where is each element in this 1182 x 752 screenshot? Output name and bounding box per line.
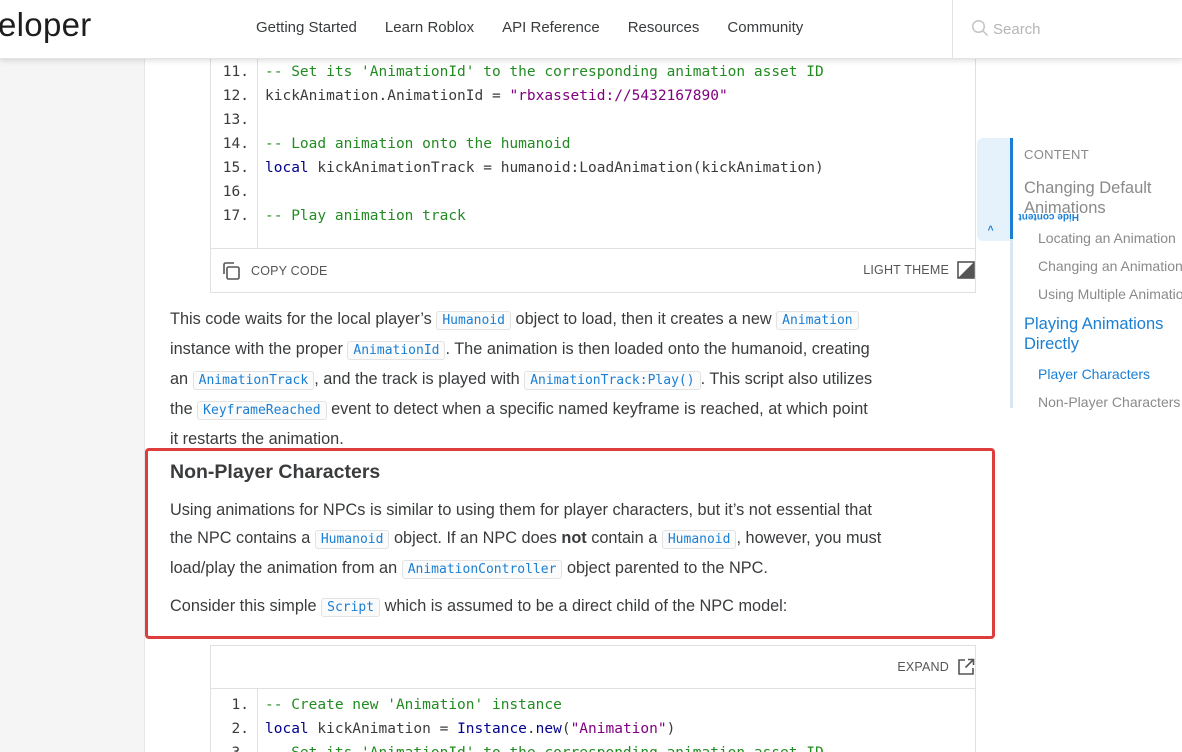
code-ref-animationtrack[interactable]: AnimationTrack: [192, 371, 315, 390]
nav-community[interactable]: Community: [727, 19, 803, 36]
code-block-footer: COPY CODE LIGHT THEME: [211, 248, 975, 292]
copy-icon: [223, 262, 240, 280]
code-ref-animationid[interactable]: AnimationId: [347, 341, 446, 360]
code-line: 1. -- Create new 'Animation' instance: [211, 693, 975, 717]
search-box: [952, 0, 1182, 59]
code-ref-keyframereached[interactable]: KeyframeReached: [197, 401, 327, 420]
code-line: 3. -- Set its 'AnimationId' to the corres…: [211, 741, 975, 752]
line-number: 3.: [211, 741, 249, 752]
code-line: 2. local kickAnimation = Instance.new("An…: [211, 717, 975, 741]
light-theme-label: LIGHT THEME: [863, 263, 949, 277]
code-ref-animationtrack-play[interactable]: AnimationTrack:Play(): [524, 371, 701, 390]
code-text: -- Set its 'AnimationId' to the correspo…: [265, 64, 824, 80]
expand-button[interactable]: EXPAND: [897, 658, 975, 676]
code-ref-humanoid[interactable]: Humanoid: [436, 311, 511, 330]
code-text: local kickAnimation = Instance.new("Anim…: [265, 721, 676, 737]
light-theme-button[interactable]: LIGHT THEME: [863, 261, 975, 279]
code-ref-animationcontroller[interactable]: AnimationController: [401, 560, 563, 579]
left-sidebar-gutter: [0, 59, 145, 752]
external-link-icon: [958, 658, 975, 675]
expand-label: EXPAND: [897, 660, 949, 674]
code-ref-humanoid[interactable]: Humanoid: [314, 530, 390, 549]
toc-item-changing-an-animation[interactable]: Changing an Animation: [1038, 258, 1182, 274]
main-nav: Getting Started Learn Roblox API Referen…: [256, 19, 831, 36]
paragraph-code-explanation: This code waits for the local player’s H…: [170, 305, 960, 453]
code-text: -- Set its 'AnimationId' to the correspo…: [265, 741, 824, 752]
line-number: 16.: [222, 184, 249, 200]
paragraph-npc-script: Consider this simple Script which is ass…: [170, 592, 970, 622]
npc-script-line: Consider this simple Script which is ass…: [170, 597, 788, 617]
nav-api-reference[interactable]: API Reference: [502, 19, 600, 36]
nav-resources[interactable]: Resources: [628, 19, 700, 36]
toc-item-locating-an-animation[interactable]: Locating an Animation: [1038, 230, 1176, 246]
toc-item-non-player-characters[interactable]: Non-Player Characters: [1038, 394, 1180, 410]
code-text: kickAnimation.AnimationId = "rbxassetid:…: [265, 88, 728, 104]
line-number: 13.: [222, 112, 249, 128]
toc-item-using-multiple-animations[interactable]: Using Multiple Animations: [1038, 286, 1182, 302]
code-block-top: 9.-- Create new 'Animation' instance10.l…: [210, 40, 976, 293]
hide-content-label: > Hide content: [986, 211, 1079, 231]
code-text: -- Create new 'Animation' instance: [265, 697, 562, 713]
para1-line2: instance with the proper AnimationId. Th…: [170, 340, 870, 360]
nav-learn-roblox[interactable]: Learn Roblox: [385, 19, 474, 36]
npc-line2: the NPC contains a Humanoid object. If a…: [170, 529, 882, 549]
hide-content-tab[interactable]: > Hide content: [977, 138, 1079, 241]
search-input[interactable]: [993, 18, 1173, 40]
nav-getting-started[interactable]: Getting Started: [256, 19, 357, 36]
table-of-contents: CONTENT Changing Default Animations Loca…: [1024, 0, 1182, 752]
toc-heading: CONTENT: [1024, 147, 1089, 162]
line-number: 1.: [231, 697, 249, 713]
npc-line1: Using animations for NPCs is similar to …: [170, 501, 872, 519]
code-text: -- Load animation onto the humanoid: [265, 136, 571, 152]
code-ref-script[interactable]: Script: [321, 598, 381, 617]
line-number: 2.: [231, 721, 249, 737]
code-block-header: EXPAND: [211, 646, 975, 689]
copy-code-button[interactable]: COPY CODE: [221, 261, 328, 281]
code-text: local kickAnimationTrack = humanoid:Load…: [265, 160, 824, 176]
line-number: 11.: [222, 64, 249, 80]
para1-line3: an AnimationTrack, and the track is play…: [170, 370, 873, 390]
line-number: 17.: [222, 208, 249, 224]
code-line: 15. local kickAnimationTrack = humanoid:L…: [211, 156, 975, 180]
para1-line4: the KeyframeReached event to detect when…: [170, 400, 868, 420]
npc-line3: load/play the animation from an Animatio…: [170, 559, 768, 579]
paragraph-npc-intro: Using animations for NPCs is similar to …: [170, 496, 970, 584]
copy-code-label: COPY CODE: [251, 264, 328, 278]
toc-rail-active-segment: [1010, 138, 1013, 239]
search-icon: [971, 19, 989, 37]
code-line: 11. -- Set its 'AnimationId' to the corre…: [211, 60, 975, 84]
code-line: 12. kickAnimation.AnimationId = "rbxasset…: [211, 84, 975, 108]
code-text: -- Play animation track: [265, 208, 466, 224]
top-header: eloper Getting Started Learn Roblox API …: [0, 0, 1182, 59]
code-line: 17. -- Play animation track: [211, 204, 975, 228]
toc-item-changing-default-animations[interactable]: Changing Default Animations: [1024, 178, 1182, 218]
code-ref-humanoid[interactable]: Humanoid: [661, 530, 737, 549]
toc-item-player-characters[interactable]: Player Characters: [1038, 366, 1150, 382]
line-number: 12.: [222, 88, 249, 104]
code-line: 13.: [211, 108, 975, 132]
toc-progress-rail: [1010, 138, 1013, 408]
code-block-bottom: EXPAND 1. -- Create new 'Animation' insta…: [210, 645, 976, 752]
line-number: 14.: [222, 136, 249, 152]
code-ref-animation[interactable]: Animation: [776, 311, 859, 330]
para1-line1: This code waits for the local player’s H…: [170, 305, 960, 335]
section-title-non-player-characters: Non-Player Characters: [170, 461, 381, 483]
line-number: 15.: [222, 160, 249, 176]
toc-item-playing-animations-directly[interactable]: Playing Animations Directly: [1024, 314, 1182, 354]
site-logo[interactable]: eloper: [0, 6, 92, 44]
code-line: 16.: [211, 180, 975, 204]
code-line: 14. -- Load animation onto the humanoid: [211, 132, 975, 156]
theme-toggle-icon: [957, 261, 975, 279]
